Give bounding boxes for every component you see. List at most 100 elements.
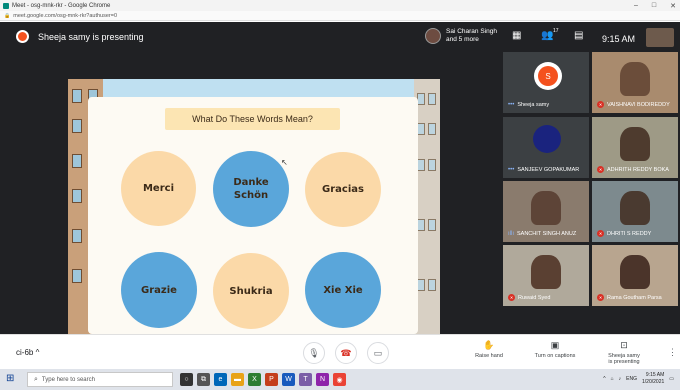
participant-tile[interactable]: ••• SANJEEV GOPAKUMAR <box>503 117 589 178</box>
word-bubble-gracias: Gracias <box>305 152 381 227</box>
participant-tile[interactable]: ✕ Rama Goutham Parsa <box>592 245 678 306</box>
slide-heading: What Do These Words Mean? <box>165 108 340 130</box>
participant-video <box>620 62 650 96</box>
participant-name: VAISHNAVI BODIREDDY <box>607 101 670 108</box>
minimize-icon[interactable]: – <box>634 2 638 9</box>
taskbar-search-input[interactable]: ⌕ Type here to search <box>27 372 173 387</box>
participant-video <box>531 191 561 225</box>
participant-tile[interactable]: ✕ Ruwaid Syed <box>503 245 589 306</box>
participant-name: Rama Goutham Parsa <box>607 294 662 301</box>
url-text[interactable]: meet.google.com/osg-mnk-rkr?authuser=0 <box>13 13 117 19</box>
word-icon[interactable]: W <box>282 373 295 386</box>
notifications-icon[interactable]: ▭ <box>669 376 674 382</box>
mic-muted-icon: ✕ <box>597 294 604 301</box>
presenting-button[interactable]: ⊡ Sheeja samy is presenting <box>594 340 654 365</box>
meet-bottom-bar: ci-6b ^ 🎙 ☎ ▭ ✋ Raise hand ▣ Turn on capti… <box>0 334 680 369</box>
others-chip-line2: and 5 more <box>446 36 479 43</box>
window-controls: – □ ✕ <box>634 0 676 11</box>
excel-icon[interactable]: X <box>248 373 261 386</box>
meeting-details-button[interactable]: ci-6b ^ <box>16 348 39 357</box>
file-explorer-icon[interactable]: ▬ <box>231 373 244 386</box>
task-view-icon[interactable]: ⧉ <box>197 373 210 386</box>
meet-clock: 9:15 AM <box>602 34 636 44</box>
powerpoint-icon[interactable]: P <box>265 373 278 386</box>
volume-icon[interactable]: ♪ <box>619 376 622 382</box>
participant-name: DHRITI S REDDY <box>607 230 652 237</box>
participant-tile[interactable]: ✕ DHRITI S REDDY <box>592 181 678 242</box>
participant-video <box>620 191 650 225</box>
participant-avatar <box>425 28 441 44</box>
address-bar[interactable]: 🔒 meet.google.com/osg-mnk-rkr?authuser=0 <box>0 11 680 21</box>
teams-icon[interactable]: T <box>299 373 312 386</box>
tray-chevron-icon[interactable]: ^ <box>603 376 605 382</box>
grid-icon[interactable]: ▦ <box>512 30 521 41</box>
speaking-indicator-icon: ıllı <box>508 231 514 237</box>
mouse-cursor-icon: ↖ <box>281 158 288 167</box>
other-participants-chip[interactable]: Sai Charan Singh and 5 more <box>425 28 497 44</box>
taskbar-time: 9:15 AM <box>645 372 665 378</box>
chat-icon[interactable]: ▤ <box>574 30 583 41</box>
captions-label: Turn on captions <box>534 353 576 359</box>
system-tray: ^ ⌂ ♪ ENG 9:15 AM 1/20/2021 ▭ <box>603 372 674 386</box>
cortana-icon[interactable]: ○ <box>180 373 193 386</box>
word-text: Gracias <box>322 184 364 195</box>
language-indicator[interactable]: ENG <box>626 376 637 382</box>
meeting-code: ci-6b <box>16 348 34 357</box>
people-icon[interactable]: 👥 <box>541 30 553 41</box>
word-text-line2: Schön <box>233 190 269 201</box>
windows-taskbar: ⊞ ⌕ Type here to search ○ ⧉ e ▬ X P W T … <box>0 369 680 390</box>
participant-name: SANJEEV GOPAKUMAR <box>517 167 580 173</box>
presenter-banner: Sheeja samy is presenting <box>38 32 144 42</box>
chrome-icon[interactable]: ◉ <box>333 373 346 386</box>
participant-tile[interactable]: S ••• Sheeja samy <box>503 52 589 113</box>
word-text: Grazie <box>141 284 177 296</box>
hand-icon: ✋ <box>483 340 495 350</box>
mic-toggle-button[interactable]: 🎙 <box>303 342 325 364</box>
search-icon: ⌕ <box>34 375 38 383</box>
close-icon[interactable]: ✕ <box>670 2 676 10</box>
participant-video <box>620 255 650 289</box>
taskbar-apps: ○ ⧉ e ▬ X P W T N ◉ <box>180 373 346 386</box>
speaking-indicator-icon: ••• <box>508 167 515 173</box>
windows-start-icon[interactable]: ⊞ <box>6 373 14 384</box>
participant-video <box>531 255 561 289</box>
maximize-icon[interactable]: □ <box>652 2 656 9</box>
participant-name: SANCHIT SINGH ANUZ <box>517 231 577 237</box>
leave-call-button[interactable]: ☎ <box>335 342 357 364</box>
captions-icon: ▣ <box>550 340 560 350</box>
word-bubble-xie-xie: Xie Xie <box>305 252 381 328</box>
taskbar-date: 1/20/2021 <box>642 379 665 385</box>
mic-icon: 🎙 <box>308 347 320 358</box>
edge-icon[interactable]: e <box>214 373 227 386</box>
others-chip-line1: Sai Charan Singh <box>446 28 497 35</box>
onenote-icon[interactable]: N <box>316 373 329 386</box>
taskbar-clock[interactable]: 9:15 AM 1/20/2021 <box>642 372 664 386</box>
word-text: Danke <box>233 177 269 188</box>
screen: Meet - osg-mnk-rkr - Google Chrome – □ ✕… <box>0 0 680 390</box>
presenter-avatar <box>16 30 29 43</box>
camera-icon: ▭ <box>373 347 383 358</box>
word-text: Merci <box>142 183 175 194</box>
raise-hand-button[interactable]: ✋ Raise hand <box>459 340 519 359</box>
people-count: 17 <box>553 28 559 34</box>
word-text: Xie Xie <box>323 284 363 296</box>
mic-muted-icon: ✕ <box>597 230 604 237</box>
end-call-icon: ☎ <box>340 347 352 358</box>
captions-button[interactable]: ▣ Turn on captions <box>525 340 585 359</box>
meet-favicon-icon <box>3 2 9 9</box>
participant-tile[interactable]: ıllı SANCHIT SINGH ANUZ <box>503 181 589 242</box>
participant-name: Ruwaid Syed <box>518 294 551 301</box>
self-view-thumbnail[interactable] <box>646 28 674 47</box>
participant-tile[interactable]: ✕ ADHRITH REDDY BOKA <box>592 117 678 178</box>
participant-video <box>620 127 650 161</box>
camera-toggle-button[interactable]: ▭ <box>367 342 389 364</box>
window-title: Meet - osg-mnk-rkr - Google Chrome <box>12 2 111 9</box>
presenting-label-line2: is presenting <box>608 359 640 365</box>
word-bubble-shukria: Shukria <box>213 253 289 329</box>
word-bubble-danke-schon: Danke Schön <box>213 151 289 227</box>
network-icon[interactable]: ⌂ <box>611 376 614 382</box>
participant-tile[interactable]: ✕ VAISHNAVI BODIREDDY <box>592 52 678 113</box>
more-options-icon[interactable]: ⋮ <box>668 347 677 358</box>
mic-muted-icon: ✕ <box>597 166 604 173</box>
participant-avatar <box>533 125 561 153</box>
